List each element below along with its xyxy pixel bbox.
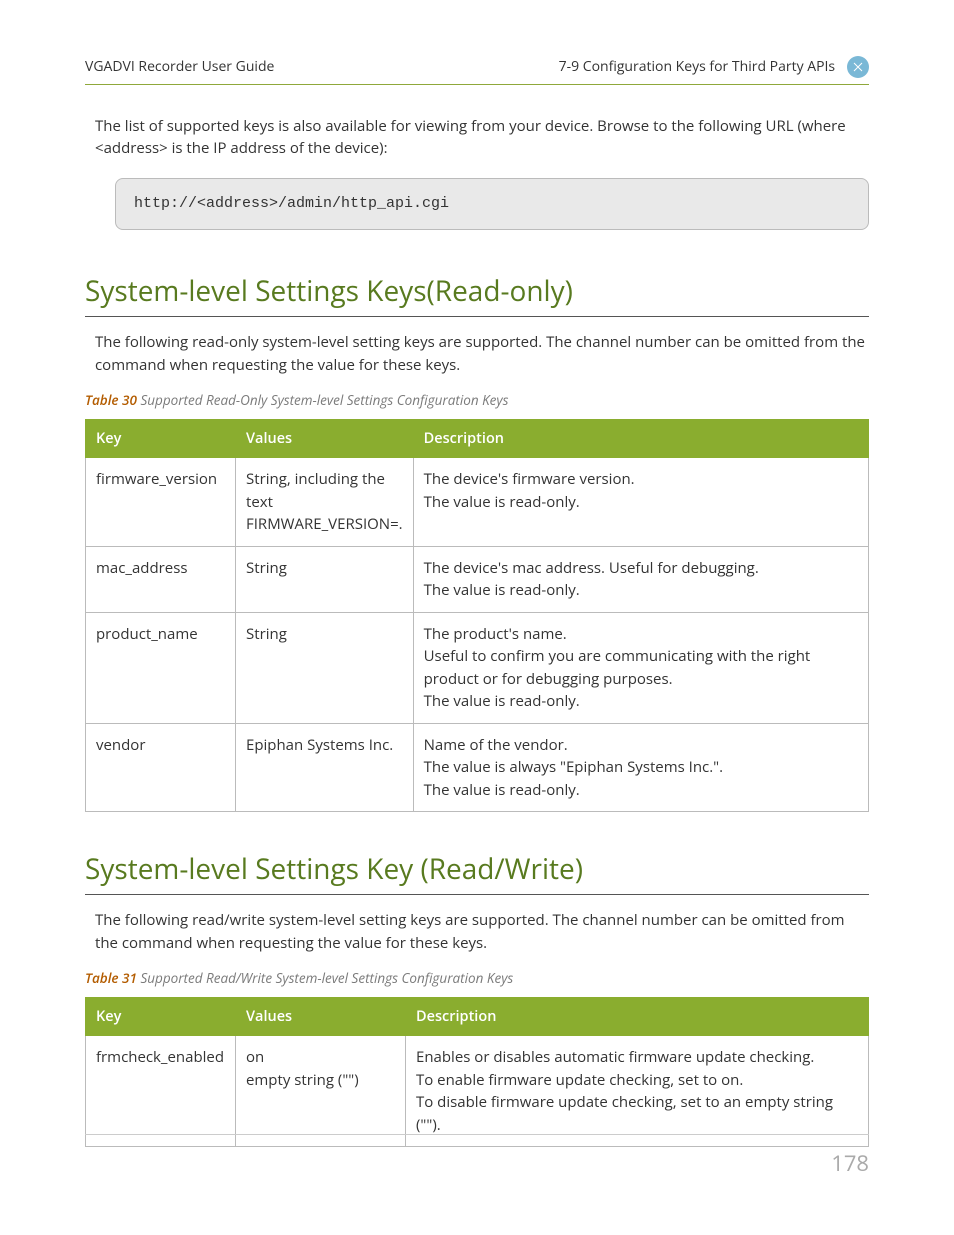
section1-heading: System-level Settings Keys(Read-only) — [85, 270, 869, 317]
table30-th-values: Values — [236, 419, 414, 458]
table30-key-cell: vendor — [86, 723, 236, 812]
table31-description-cell: Enables or disables automatic firmware u… — [406, 1036, 869, 1147]
table-row: frmcheck_enabledonempty string ("")Enabl… — [86, 1036, 869, 1147]
table31: Key Values Description frmcheck_enabledo… — [85, 997, 869, 1148]
table30-values-cell: Epiphan Systems Inc. — [236, 723, 414, 812]
table30-key-cell: product_name — [86, 612, 236, 723]
table31-values-cell: onempty string ("") — [236, 1036, 406, 1147]
table-row: mac_addressStringThe device's mac addres… — [86, 546, 869, 612]
table30-key-cell: mac_address — [86, 546, 236, 612]
table-row: firmware_versionString, including the te… — [86, 458, 869, 547]
header-left: VGADVI Recorder User Guide — [85, 56, 274, 77]
footer-rule — [85, 1134, 869, 1135]
table30-values-cell: String — [236, 546, 414, 612]
table30-description-cell: The device's mac address. Useful for deb… — [413, 546, 868, 612]
table30-caption: Table 30 Supported Read-Only System-leve… — [85, 390, 869, 410]
header-right: 7-9 Configuration Keys for Third Party A… — [559, 57, 836, 76]
section2-heading: System-level Settings Key (Read/Write) — [85, 848, 869, 895]
section1-intro: The following read-only system-level set… — [95, 331, 869, 376]
table-row: product_nameStringThe product's name.Use… — [86, 612, 869, 723]
table-row: vendorEpiphan Systems Inc.Name of the ve… — [86, 723, 869, 812]
table30-th-description: Description — [413, 419, 868, 458]
intro-paragraph: The list of supported keys is also avail… — [95, 115, 869, 160]
header-right-wrap: 7-9 Configuration Keys for Third Party A… — [559, 55, 869, 78]
table30-description-cell: Name of the vendor.The value is always "… — [413, 723, 868, 812]
section2-intro: The following read/write system-level se… — [95, 909, 869, 954]
table30-values-cell: String — [236, 612, 414, 723]
table31-th-description: Description — [406, 997, 869, 1036]
table31-label: Table 31 — [85, 969, 137, 987]
table30-caption-text: Supported Read-Only System-level Setting… — [140, 391, 508, 409]
table30-description-cell: The product's name.Useful to confirm you… — [413, 612, 868, 723]
table31-th-values: Values — [236, 997, 406, 1036]
table30: Key Values Description firmware_versionS… — [85, 419, 869, 813]
table30-values-cell: String, including the text FIRMWARE_VERS… — [236, 458, 414, 547]
page-header: VGADVI Recorder User Guide 7-9 Configura… — [85, 55, 869, 85]
page-number: 178 — [831, 1147, 869, 1180]
table30-th-key: Key — [86, 419, 236, 458]
table31-caption-text: Supported Read/Write System-level Settin… — [140, 969, 513, 987]
table30-label: Table 30 — [85, 391, 137, 409]
table31-caption: Table 31 Supported Read/Write System-lev… — [85, 968, 869, 988]
table30-description-cell: The device's firmware version.The value … — [413, 458, 868, 547]
table31-th-key: Key — [86, 997, 236, 1036]
table31-key-cell: frmcheck_enabled — [86, 1036, 236, 1147]
table30-key-cell: firmware_version — [86, 458, 236, 547]
url-code-block: http://<address>/admin/http_api.cgi — [115, 178, 869, 231]
brand-icon — [847, 56, 869, 78]
